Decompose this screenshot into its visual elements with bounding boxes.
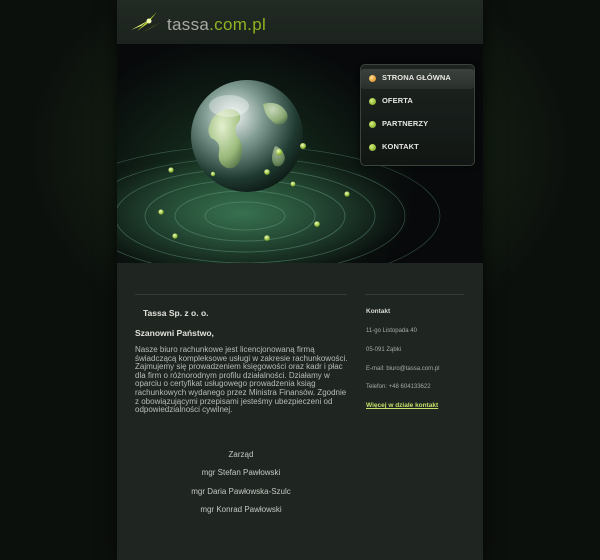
bullet-icon (369, 144, 376, 151)
logo-suffix: .com.pl (209, 15, 267, 34)
header: tassa.com.pl (117, 0, 483, 44)
bullet-icon (369, 121, 376, 128)
bullet-icon (369, 98, 376, 105)
nav-item-partners[interactable]: PARTNERZY (361, 115, 474, 135)
nav-item-label: KONTAKT (382, 142, 419, 151)
nav-item-contact[interactable]: KONTAKT (361, 138, 474, 158)
signature-name: mgr Stefan Pawłowski (201, 468, 281, 477)
signature-name: mgr Daria Pawłowska-Szulc (191, 487, 291, 496)
contact-address: 11-go Listopada 40 (366, 328, 417, 334)
nav-item-offer[interactable]: OFERTA (361, 92, 474, 112)
greeting: Szanowni Państwo, (135, 328, 214, 338)
logo[interactable]: tassa.com.pl (127, 6, 267, 36)
contact-phone: Telefon: +48 604133622 (366, 384, 431, 390)
signature-name: mgr Konrad Pawłowski (200, 505, 282, 514)
nav-item-label: OFERTA (382, 96, 413, 105)
nav-item-home[interactable]: STRONA GŁÓWNA (361, 69, 474, 89)
main-nav: STRONA GŁÓWNA OFERTA PARTNERZY KONTAKT (360, 64, 475, 166)
contact-more-link[interactable]: Więcej w dziale kontakt (366, 402, 438, 409)
page: tassa.com.pl STRONA GŁÓWNA OFERTA PARTNE… (0, 0, 600, 560)
divider (365, 294, 464, 295)
hero-banner: STRONA GŁÓWNA OFERTA PARTNERZY KONTAKT (117, 44, 483, 263)
nav-item-label: STRONA GŁÓWNA (382, 73, 451, 82)
divider (135, 294, 347, 295)
bullet-icon (369, 75, 376, 82)
logo-star-icon (131, 12, 161, 32)
nav-item-label: PARTNERZY (382, 119, 429, 128)
company-name: Tassa Sp. z o. o. (143, 308, 209, 318)
logo-text: tassa.com.pl (167, 15, 266, 35)
contact-heading: Kontakt (366, 308, 391, 315)
signature-title: Zarząd (228, 450, 254, 459)
contact-email: E-mail: biuro@tassa.com.pl (366, 366, 440, 372)
intro-paragraph: Nasze biuro rachunkowe jest licencjonowa… (135, 345, 348, 415)
logo-prefix: tassa (167, 15, 210, 34)
contact-city: 05-091 Ząbki (366, 347, 402, 353)
